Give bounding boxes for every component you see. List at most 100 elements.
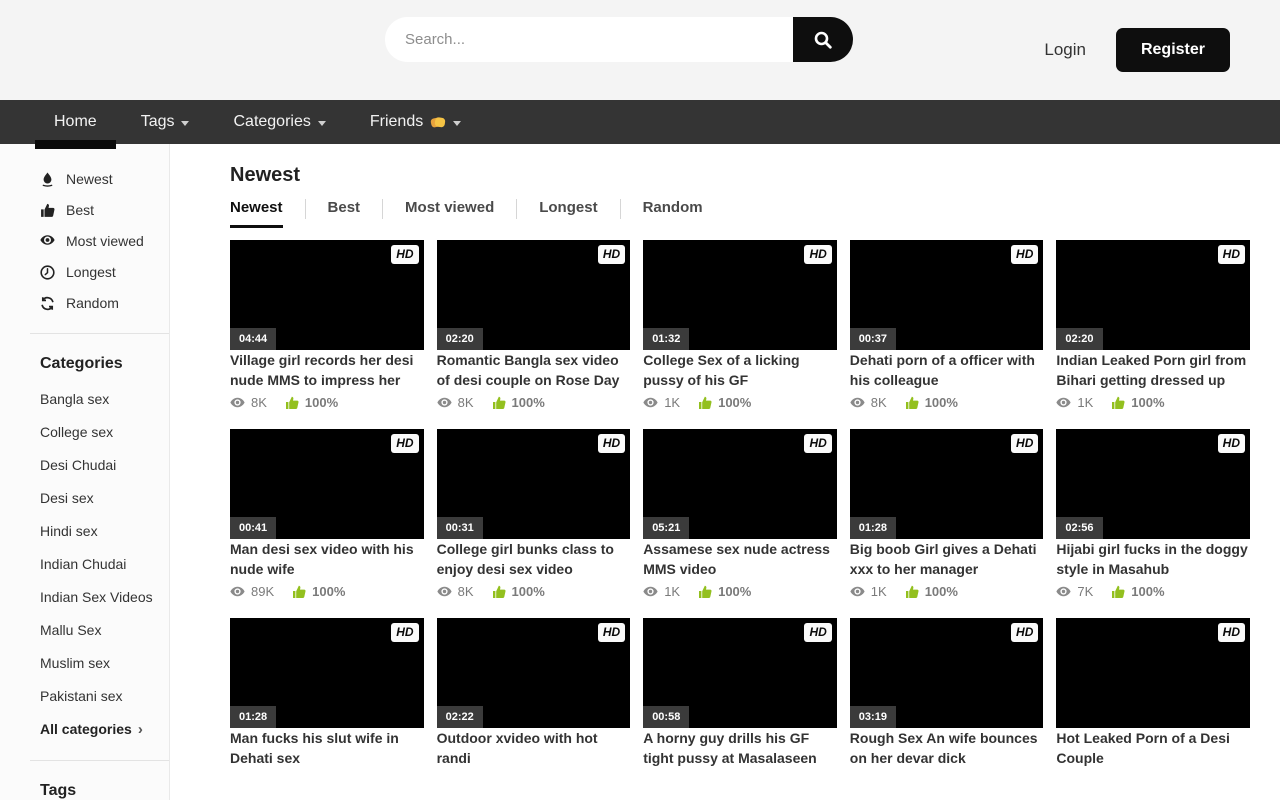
thumbs-up-icon [1111, 396, 1125, 410]
eye-icon [230, 586, 245, 597]
duration-badge: 00:58 [643, 706, 689, 728]
tab-most-viewed[interactable]: Most viewed [405, 199, 494, 228]
duration-badge: 02:20 [437, 328, 483, 350]
video-title[interactable]: Hijabi girl fucks in the doggy style in … [1056, 541, 1247, 577]
nav-item-tags[interactable]: Tags [125, 100, 206, 144]
category-link-indian-chudai[interactable]: Indian Chudai [40, 556, 169, 572]
tab-random[interactable]: Random [643, 199, 703, 228]
video-title[interactable]: College girl bunks class to enjoy desi s… [437, 541, 614, 577]
thumbs-up-icon [285, 396, 299, 410]
video-card: HD 02:56 Hijabi girl fucks in the doggy … [1056, 429, 1250, 599]
video-title[interactable]: College Sex of a licking pussy of his GF [643, 352, 799, 388]
category-link-bangla-sex[interactable]: Bangla sex [40, 391, 169, 407]
tab-best[interactable]: Best [328, 199, 361, 228]
video-thumbnail[interactable]: HD 02:22 [437, 618, 631, 728]
video-card: HD 00:31 College girl bunks class to enj… [437, 429, 631, 599]
video-title[interactable]: Rough Sex An wife bounces on her devar d… [850, 730, 1038, 766]
video-title[interactable]: Romantic Bangla sex video of desi couple… [437, 352, 620, 388]
video-card: HD 00:37 Dehati porn of a officer with h… [850, 240, 1044, 410]
category-link-college-sex[interactable]: College sex [40, 424, 169, 440]
category-link-mallu-sex[interactable]: Mallu Sex [40, 622, 169, 638]
search-input[interactable] [385, 17, 793, 62]
video-card: HD 02:22 Outdoor xvideo with hot randi [437, 618, 631, 768]
duration-badge: 00:31 [437, 517, 483, 539]
chevron-down-icon [453, 121, 461, 126]
video-thumbnail[interactable]: HD 00:31 [437, 429, 631, 539]
thumbs-up-icon [292, 585, 306, 599]
video-thumbnail[interactable]: HD 04:44 [230, 240, 424, 350]
video-title[interactable]: Man desi sex video with his nude wife [230, 541, 414, 577]
tab-newest[interactable]: Newest [230, 199, 283, 228]
eye-icon [850, 397, 865, 408]
category-link-desi-sex[interactable]: Desi sex [40, 490, 169, 506]
video-title[interactable]: Dehati porn of a officer with his collea… [850, 352, 1035, 388]
top-header: Login Register [0, 0, 1280, 100]
refresh-icon [40, 296, 55, 311]
video-thumbnail[interactable]: HD 02:20 [1056, 240, 1250, 350]
video-stats: 1K 100% [643, 395, 837, 410]
category-link-desi-chudai[interactable]: Desi Chudai [40, 457, 169, 473]
category-link-hindi-sex[interactable]: Hindi sex [40, 523, 169, 539]
video-title[interactable]: Village girl records her desi nude MMS t… [230, 352, 413, 388]
hd-badge: HD [1011, 623, 1038, 642]
video-title[interactable]: Indian Leaked Porn girl from Bihari gett… [1056, 352, 1246, 388]
sidebar-divider [30, 760, 169, 761]
register-button[interactable]: Register [1116, 28, 1230, 72]
video-title[interactable]: Outdoor xvideo with hot randi [437, 730, 598, 766]
rating-percent: 100% [512, 395, 545, 410]
video-stats: 89K 100% [230, 584, 424, 599]
video-title[interactable]: A horny guy drills his GF tight pussy at… [643, 730, 817, 766]
views-count: 8K [458, 395, 474, 410]
rating-percent: 100% [718, 584, 751, 599]
chevron-right-icon: › [138, 721, 143, 738]
video-thumbnail[interactable]: HD 00:41 [230, 429, 424, 539]
video-card: HD 00:41 Man desi sex video with his nud… [230, 429, 424, 599]
tags-heading: Tags [40, 782, 169, 800]
video-grid: HD 04:44 Village girl records her desi n… [230, 240, 1250, 768]
nav-item-home[interactable]: Home [38, 100, 113, 144]
sidebar-item-best[interactable]: Best [40, 201, 169, 219]
video-thumbnail[interactable]: HD 05:21 [643, 429, 837, 539]
handshake-icon [430, 115, 446, 130]
video-thumbnail[interactable]: HD 00:37 [850, 240, 1044, 350]
sidebar-item-newest[interactable]: Newest [40, 170, 169, 188]
search-button[interactable] [793, 17, 853, 62]
search-bar [385, 17, 853, 62]
sidebar-item-most-viewed[interactable]: Most viewed [40, 232, 169, 250]
views-count: 89K [251, 584, 274, 599]
category-link-indian-sex-videos[interactable]: Indian Sex Videos [40, 589, 169, 605]
all-categories-link[interactable]: All categories› [40, 721, 143, 737]
video-thumbnail[interactable]: HD [1056, 618, 1250, 728]
eye-icon [437, 586, 452, 597]
page-title: Newest [230, 164, 1250, 187]
duration-badge: 05:21 [643, 517, 689, 539]
video-card: HD 01:28 Man fucks his slut wife in Deha… [230, 618, 424, 768]
video-title[interactable]: Man fucks his slut wife in Dehati sex [230, 730, 399, 766]
nav-item-friends[interactable]: Friends [354, 100, 477, 144]
video-title[interactable]: Hot Leaked Porn of a Desi Couple [1056, 730, 1229, 766]
video-thumbnail[interactable]: HD 02:20 [437, 240, 631, 350]
video-stats: 1K 100% [643, 584, 837, 599]
video-thumbnail[interactable]: HD 01:28 [850, 429, 1044, 539]
video-title[interactable]: Big boob Girl gives a Dehati xxx to her … [850, 541, 1037, 577]
login-link[interactable]: Login [1044, 40, 1086, 60]
eye-icon [643, 397, 658, 408]
sidebar-item-random[interactable]: Random [40, 294, 169, 312]
video-thumbnail[interactable]: HD 02:56 [1056, 429, 1250, 539]
sidebar-divider [30, 333, 169, 334]
tab-longest[interactable]: Longest [539, 199, 597, 228]
views-count: 1K [1077, 395, 1093, 410]
video-thumbnail[interactable]: HD 03:19 [850, 618, 1044, 728]
video-thumbnail[interactable]: HD 00:58 [643, 618, 837, 728]
video-title[interactable]: Assamese sex nude actress MMS video [643, 541, 830, 577]
nav-item-categories[interactable]: Categories [217, 100, 341, 144]
duration-badge: 04:44 [230, 328, 276, 350]
video-thumbnail[interactable]: HD 01:28 [230, 618, 424, 728]
sidebar-item-longest[interactable]: Longest [40, 263, 169, 281]
video-thumbnail[interactable]: HD 01:32 [643, 240, 837, 350]
thumbs-up-icon [492, 585, 506, 599]
category-link-pakistani-sex[interactable]: Pakistani sex [40, 688, 169, 704]
duration-badge: 01:32 [643, 328, 689, 350]
chevron-down-icon [318, 121, 326, 126]
category-link-muslim-sex[interactable]: Muslim sex [40, 655, 169, 671]
